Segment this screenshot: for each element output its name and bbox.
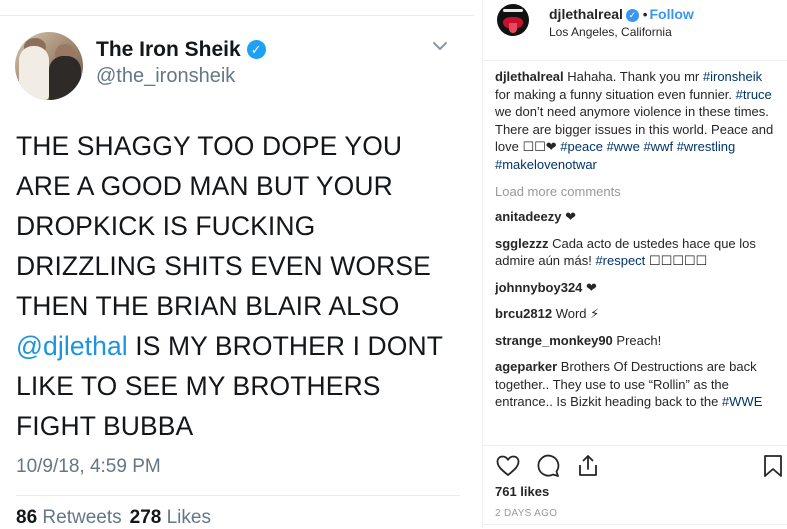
likes-stat[interactable]: 278 Likes bbox=[130, 507, 211, 528]
comment-username[interactable]: anitadeezy bbox=[495, 209, 561, 224]
tweet-text-line: FIGHT BUBBA bbox=[16, 411, 194, 441]
ig-username-row: djlethalreal ✓ • Follow bbox=[549, 6, 694, 22]
comment-username[interactable]: ageparker bbox=[495, 359, 557, 374]
tweet-text-line: THE SHAGGY TOO DOPE YOU bbox=[16, 131, 403, 161]
avatar-script-mark bbox=[503, 9, 523, 12]
ig-avatar[interactable] bbox=[497, 4, 529, 36]
ig-post-header: djlethalreal ✓ • Follow Los Angeles, Califo… bbox=[483, 0, 787, 61]
ig-post-date[interactable]: 2 DAYS AGO bbox=[495, 508, 557, 519]
hashtag-link[interactable]: #truce bbox=[736, 87, 772, 102]
hashtag-link[interactable]: #ironsheik bbox=[703, 69, 762, 84]
retweets-stat[interactable]: 86 Retweets bbox=[16, 507, 122, 528]
comment-item: ageparker Brothers Of Destructions are b… bbox=[495, 358, 778, 411]
comment-username[interactable]: brcu2812 bbox=[495, 306, 552, 321]
ig-likes-count[interactable]: 761 likes bbox=[495, 484, 549, 499]
tweet-text-line: DROPKICK IS FUCKING bbox=[16, 211, 316, 241]
comment-text: ❤ bbox=[582, 279, 597, 295]
retweets-label: Retweets bbox=[42, 507, 122, 528]
ig-caption: djlethalreal Hahaha. Thank you mr #irons… bbox=[495, 68, 778, 173]
divider bbox=[483, 524, 787, 525]
comment-item: anitadeezy ❤ bbox=[495, 208, 778, 226]
comment-item: sgglezzz Cada acto de ustedes hace que l… bbox=[495, 235, 778, 270]
ig-username[interactable]: djlethalreal bbox=[549, 6, 623, 22]
mention-link[interactable]: @djlethal bbox=[16, 331, 128, 361]
likes-count: 278 bbox=[129, 507, 162, 528]
tweet-timestamp[interactable]: 10/9/18, 4:59 PM bbox=[16, 456, 161, 478]
tweet-stats: 86 Retweets 278 Likes bbox=[16, 507, 211, 529]
load-more-comments-button[interactable]: Load more comments bbox=[495, 184, 778, 199]
tweet-text-fragment: IS MY BROTHER I DONT bbox=[127, 331, 444, 361]
comment-username[interactable]: strange_monkey90 bbox=[495, 333, 613, 348]
tweet-text: THE SHAGGY TOO DOPE YOU ARE A GOOD MAN B… bbox=[16, 126, 466, 446]
tweet-text-line: THEN THE BRIAN BLAIR ALSO bbox=[16, 291, 400, 321]
tweet-card: The Iron Sheik ✓ @the_ironsheik THE SHAGG… bbox=[0, 0, 474, 528]
retweets-count: 86 bbox=[16, 507, 38, 528]
tweet-avatar[interactable] bbox=[15, 32, 83, 100]
comment-item: strange_monkey90 Preach! bbox=[495, 332, 778, 350]
comment-item: johnnyboy324 ❤ bbox=[495, 279, 778, 297]
comment-icon[interactable] bbox=[535, 453, 561, 479]
tweet-author-handle[interactable]: @the_ironsheik bbox=[96, 65, 235, 88]
tweet-top-border bbox=[0, 0, 474, 16]
tweet-text-line: DRIZZLING SHITS EVEN WORSE bbox=[16, 251, 431, 281]
comment-username[interactable]: sgglezzz bbox=[495, 236, 548, 251]
ig-comments-scroll[interactable]: djlethalreal Hahaha. Thank you mr #irons… bbox=[495, 68, 778, 439]
comment-username[interactable]: djlethalreal bbox=[495, 69, 564, 84]
ig-location[interactable]: Los Angeles, California bbox=[549, 25, 672, 39]
avatar-person-left bbox=[19, 46, 49, 100]
likes-label: Likes bbox=[166, 507, 211, 528]
caption-text: Hahaha. Thank you mr bbox=[563, 69, 703, 84]
comment-text: ☐☐☐☐☐ bbox=[645, 253, 708, 268]
tweet-text-line-with-mention: @djlethal IS MY BROTHER I DONT bbox=[16, 326, 466, 366]
hashtag-link[interactable]: #peace bbox=[560, 139, 603, 154]
hashtag-link[interactable]: #wwf bbox=[643, 139, 673, 154]
instagram-post-panel: djlethalreal ✓ • Follow Los Angeles, Califo… bbox=[482, 0, 787, 528]
tweet-text-line: LIKE TO SEE MY BROTHERS bbox=[16, 371, 381, 401]
heart-icon[interactable] bbox=[495, 453, 521, 479]
separator-dot: • bbox=[642, 7, 648, 22]
chevron-down-icon[interactable] bbox=[432, 40, 448, 52]
avatar-person-right bbox=[49, 56, 81, 100]
caption-text: for making a funny situation even funnie… bbox=[495, 86, 736, 102]
hashtag-link[interactable]: #wwe bbox=[607, 139, 640, 154]
hashtag-link[interactable]: #wrestling bbox=[677, 139, 736, 154]
divider bbox=[16, 495, 460, 496]
hashtag-link[interactable]: #WWE bbox=[722, 394, 762, 409]
tweet-text-line: ARE A GOOD MAN BUT YOUR bbox=[16, 171, 393, 201]
hashtag-link[interactable]: #makelovenotwar bbox=[495, 157, 597, 172]
bookmark-icon[interactable] bbox=[760, 453, 786, 479]
comment-text: ❤ bbox=[561, 209, 576, 224]
tweet-author-name[interactable]: The Iron Sheik ✓ bbox=[96, 38, 266, 62]
comment-text: Preach! bbox=[612, 332, 662, 348]
share-icon[interactable] bbox=[575, 453, 601, 479]
tweet-author-name-text: The Iron Sheik bbox=[96, 38, 241, 61]
avatar-tongue-logo bbox=[509, 23, 517, 33]
follow-button[interactable]: Follow bbox=[649, 6, 693, 22]
verified-badge-icon: ✓ bbox=[246, 40, 266, 59]
comment-item: brcu2812 Word ⚡ bbox=[495, 305, 778, 323]
comment-text: Word ⚡ bbox=[552, 306, 600, 321]
hashtag-link[interactable]: #respect bbox=[595, 253, 645, 268]
comment-username[interactable]: johnnyboy324 bbox=[495, 280, 582, 295]
ig-action-bar bbox=[483, 445, 787, 482]
verified-badge-icon: ✓ bbox=[625, 9, 639, 22]
